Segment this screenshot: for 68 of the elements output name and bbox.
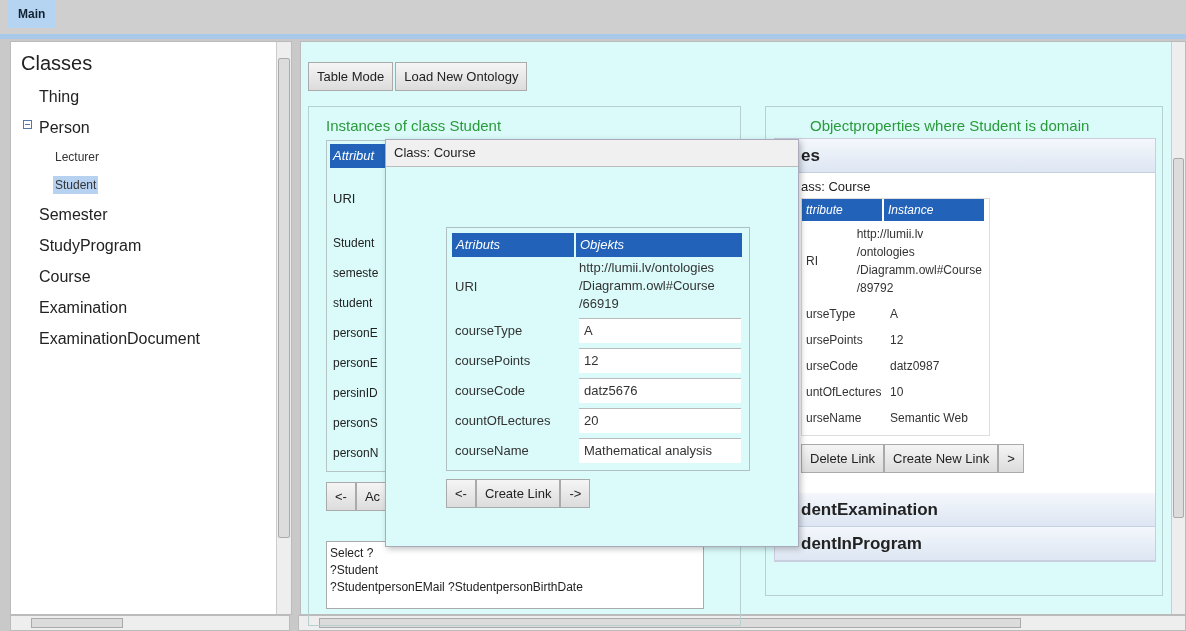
table-cell: personE bbox=[333, 326, 378, 340]
table-cell-text: datz0987 bbox=[890, 358, 940, 375]
table-cell-text: http://lumii.lv /ontologies /Diagramm.owl#Course /89792 bbox=[856, 226, 982, 297]
scrollbar[interactable] bbox=[298, 615, 1186, 631]
tree-item[interactable]: Person bbox=[37, 116, 92, 139]
value-field[interactable]: 12 bbox=[579, 347, 741, 373]
accordion-header[interactable]: dentInProgram bbox=[775, 527, 1155, 561]
class-label: ass: Course bbox=[801, 179, 871, 194]
table-cell: semeste bbox=[333, 266, 379, 280]
table-cell-text: 10 bbox=[890, 384, 904, 401]
table-cell-text: A bbox=[890, 306, 898, 323]
scrollbar[interactable] bbox=[1171, 42, 1185, 614]
tree-item[interactable]: Course bbox=[37, 265, 93, 288]
table-cell: personS bbox=[333, 416, 378, 430]
tree-title: Classes bbox=[21, 52, 93, 75]
table-cell: Student bbox=[333, 236, 375, 250]
value-field[interactable]: datz5676 bbox=[579, 377, 741, 403]
table-cell: persinID bbox=[333, 386, 378, 400]
dialog-title: Class: Course bbox=[386, 140, 798, 167]
dialog-button[interactable]: -> bbox=[560, 479, 591, 508]
table-cell: personN bbox=[333, 446, 379, 460]
tree-item[interactable]: Thing bbox=[37, 85, 82, 108]
value-field[interactable]: Mathematical analysis bbox=[579, 437, 741, 463]
attribute-label: URI bbox=[455, 278, 478, 294]
uri-text: http://lumii.lv/ontologies /Diagramm.owl#Course /66919 bbox=[579, 259, 715, 313]
tree-item[interactable]: ExaminationDocument bbox=[37, 327, 202, 350]
column-header: Objekts bbox=[576, 233, 744, 257]
value-field[interactable]: 20 bbox=[579, 407, 741, 433]
collapse-icon[interactable] bbox=[23, 120, 32, 129]
attribute-label: courseCode bbox=[455, 382, 526, 398]
table-cell: personE bbox=[333, 356, 378, 370]
value-field[interactable]: A bbox=[579, 317, 741, 343]
dialog-button[interactable]: <- bbox=[446, 479, 476, 508]
toolbar-button[interactable]: Table Mode bbox=[308, 62, 394, 91]
column-header: ttribute bbox=[802, 199, 884, 221]
table-cell: urseName bbox=[806, 411, 862, 425]
toolbar-button[interactable]: Load New Ontology bbox=[395, 62, 528, 91]
link-button[interactable]: > bbox=[998, 444, 1024, 473]
table-cell-text: Semantic Web bbox=[890, 410, 968, 427]
panel-title: Objectproperties where Student is domain bbox=[809, 117, 1090, 134]
tree-item[interactable]: StudyProgram bbox=[37, 234, 144, 257]
nav-button[interactable]: <- bbox=[326, 482, 356, 511]
main-tab[interactable]: Main bbox=[8, 0, 56, 28]
table-cell: RI bbox=[806, 254, 818, 268]
query-text-area[interactable]: Select ? ?Student ?StudentpersonEMail ?StudentpersonBirthDate bbox=[326, 541, 704, 609]
tree-item[interactable]: Lecturer bbox=[53, 148, 102, 166]
tree-item[interactable]: Examination bbox=[37, 296, 130, 319]
table-cell: untOfLectures bbox=[806, 385, 882, 399]
table-cell: ursePoints bbox=[806, 333, 863, 347]
scrollbar[interactable] bbox=[276, 42, 291, 614]
column-header: Instance bbox=[884, 199, 986, 221]
panel-title: Instances of class Student bbox=[326, 117, 502, 134]
table-cell-text: 12 bbox=[890, 332, 904, 349]
table-cell: student bbox=[333, 296, 373, 310]
attribute-label: countOfLectures bbox=[455, 412, 551, 428]
attribute-label: courseType bbox=[455, 322, 523, 338]
table-cell: urseCode bbox=[806, 359, 859, 373]
table-cell: urseType bbox=[806, 307, 856, 321]
scrollbar[interactable] bbox=[10, 615, 290, 631]
table-cell: URI bbox=[333, 190, 356, 206]
column-header: Atributs bbox=[452, 233, 576, 257]
tree-item[interactable]: Student bbox=[53, 176, 99, 194]
tree-item[interactable]: Semester bbox=[37, 203, 110, 226]
link-button[interactable]: Create New Link bbox=[884, 444, 999, 473]
attribute-label: courseName bbox=[455, 442, 529, 458]
link-button[interactable]: Delete Link bbox=[801, 444, 885, 473]
dialog-button[interactable]: Create Link bbox=[475, 479, 561, 508]
attribute-label: coursePoints bbox=[455, 352, 531, 368]
